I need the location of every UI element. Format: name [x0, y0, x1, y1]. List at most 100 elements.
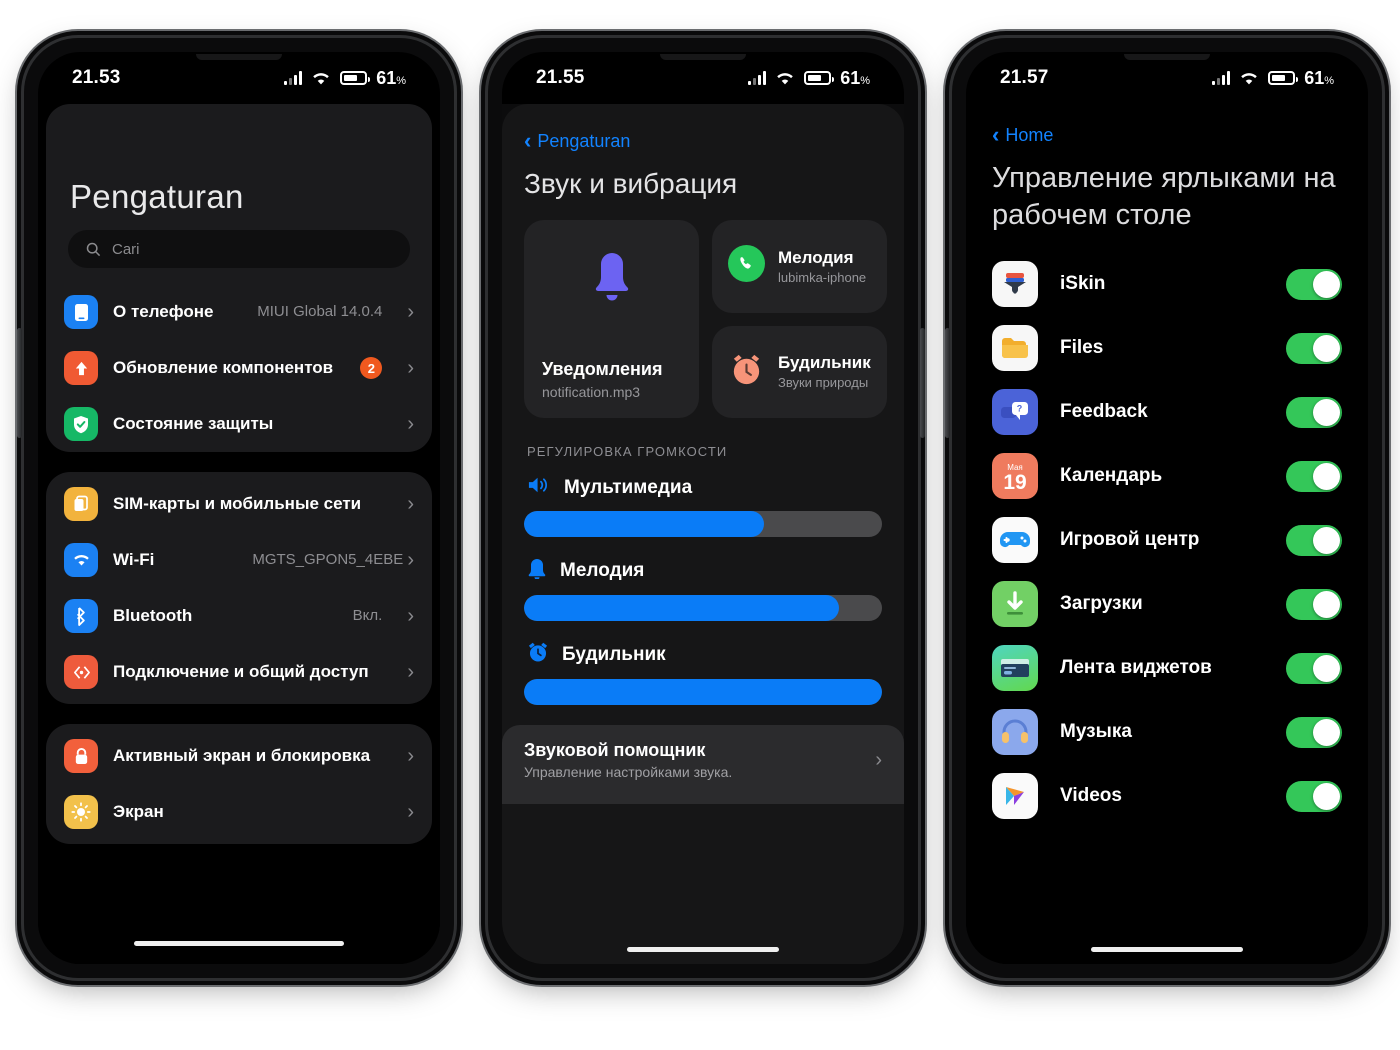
settings-row-about-phone[interactable]: О телефоне MIUI Global 14.0.4 › — [46, 284, 432, 340]
screenshot-stage: 21.53 61% Pengaturan Cari О телефоне MIU… — [0, 0, 1400, 1050]
slider-label: Мультимедиа — [564, 476, 693, 498]
row-label: Wi-Fi — [113, 549, 155, 569]
app-toggle[interactable] — [1286, 332, 1342, 364]
list-item[interactable]: Загрузки — [992, 572, 1342, 636]
sound-tiles: Уведомления notification.mp3 Мелодия lub… — [524, 220, 887, 418]
settings-row-wifi[interactable]: Wi-Fi MGTS_GPON5_4EBE › — [46, 532, 432, 588]
sound-sheet: ‹ Pengaturan Звук и вибрация Уведомления… — [502, 104, 904, 964]
slider-track[interactable] — [524, 595, 882, 621]
app-toggle[interactable] — [1286, 460, 1342, 492]
security-shield-icon — [64, 407, 98, 441]
slider-header: Мелодия — [524, 557, 882, 584]
sound-assistant-text: Звуковой помощник Управление настройками… — [524, 740, 865, 780]
settings-row-bluetooth[interactable]: Bluetooth Вкл. › — [46, 588, 432, 644]
home-indicator[interactable] — [1091, 947, 1243, 952]
settings-row-display[interactable]: Экран › — [46, 784, 432, 840]
signal-bars-icon — [284, 71, 303, 85]
slider-header: Мультимедиа — [524, 475, 882, 500]
list-item[interactable]: Музыка — [992, 700, 1342, 764]
wifi-icon — [775, 71, 795, 86]
list-item[interactable]: Лента виджетов — [992, 636, 1342, 700]
alarm-clock-icon — [527, 641, 549, 668]
app-toggle[interactable] — [1286, 524, 1342, 556]
phone-3-screen: 21.57 61% ‹ Home Управление ярлыками на … — [966, 52, 1368, 964]
back-button-pengaturan[interactable]: ‹ Pengaturan — [524, 130, 882, 152]
home-indicator[interactable] — [134, 941, 344, 946]
settings-row-connection-sharing[interactable]: Подключение и общий доступ › — [46, 644, 432, 700]
battery-icon — [1268, 71, 1299, 85]
volume-slider-ringtone[interactable]: Мелодия — [524, 557, 882, 621]
list-item[interactable]: Мая 19 Календарь — [992, 444, 1342, 508]
app-toggle[interactable] — [1286, 716, 1342, 748]
page-title: Звук и вибрация — [524, 168, 738, 199]
slider-track[interactable] — [524, 511, 882, 537]
phone-1-side-button[interactable] — [17, 328, 22, 438]
phone-2-side-button[interactable] — [920, 328, 925, 438]
app-name: iSkin — [1060, 273, 1106, 295]
iskin-icon — [992, 261, 1038, 308]
row-label: О телефоне — [113, 301, 214, 321]
volume-slider-multimedia[interactable]: Мультимедиа — [524, 475, 882, 537]
search-input[interactable]: Cari — [68, 230, 410, 268]
row-label: Состояние защиты — [113, 413, 274, 433]
list-item[interactable]: Files — [992, 316, 1342, 380]
row-label: Активный экран и блокировка — [113, 745, 371, 765]
sound-page: ‹ Pengaturan Звук и вибрация Уведомления… — [502, 104, 904, 964]
slider-fill — [524, 511, 764, 537]
calendar-icon: Мая 19 — [992, 453, 1038, 500]
status-bar: 21.57 61% — [966, 52, 1368, 104]
row-label: SIM-карты и мобильные сети — [113, 493, 362, 513]
app-toggle[interactable] — [1286, 780, 1342, 812]
phone-3-side-button[interactable] — [945, 328, 950, 438]
tile-subtitle: lubimka-iphone — [778, 269, 867, 285]
settings-row-lock-screen[interactable]: Активный экран и блокировка › — [46, 728, 432, 784]
tile-title: Мелодия — [778, 247, 854, 267]
app-toggle[interactable] — [1286, 588, 1342, 620]
connection-sharing-icon — [64, 655, 98, 689]
slider-label: Будильник — [562, 643, 666, 665]
app-toggle[interactable] — [1286, 268, 1342, 300]
back-button-home[interactable]: ‹ Home — [992, 124, 1342, 146]
sound-assistant-card[interactable]: Звуковой помощник Управление настройками… — [502, 725, 904, 804]
status-icons: 61% — [748, 68, 870, 89]
wifi-icon — [311, 71, 331, 86]
volume-slider-alarm[interactable]: Будильник — [524, 641, 882, 705]
row-value: MGTS_GPON5_4EBE — [252, 551, 404, 569]
settings-row-security-status[interactable]: Состояние защиты › — [46, 396, 432, 452]
phone-call-icon — [728, 245, 765, 287]
home-indicator[interactable] — [627, 947, 779, 952]
search-icon — [86, 242, 101, 256]
battery-percent: 61% — [840, 67, 870, 88]
phone-2-sound: 21.55 61% ‹ Pengaturan Звук и вибрация У… — [488, 38, 925, 978]
row-label: Экран — [113, 801, 164, 821]
app-name: Feedback — [1060, 401, 1148, 423]
settings-row-sim-cards[interactable]: SIM-карты и мобильные сети › — [46, 476, 432, 532]
tile-subtitle: notification.mp3 — [542, 384, 641, 400]
status-time: 21.53 — [72, 67, 121, 88]
app-toggle[interactable] — [1286, 652, 1342, 684]
settings-hero-card: Pengaturan Cari О телефоне MIUI Global 1… — [46, 104, 432, 452]
row-value: MIUI Global 14.0.4 — [257, 303, 383, 321]
chevron-right-icon: › — [407, 800, 414, 823]
tile-subtitle: Звуки природы — [778, 375, 869, 391]
app-name: Лента виджетов — [1060, 657, 1212, 679]
signal-bars-icon — [748, 71, 767, 85]
app-name: Files — [1060, 337, 1104, 359]
chevron-right-icon: › — [407, 492, 414, 515]
status-bar: 21.55 61% — [502, 52, 904, 104]
app-toggle[interactable] — [1286, 396, 1342, 428]
tile-notifications[interactable]: Уведомления notification.mp3 — [524, 220, 699, 418]
list-item[interactable]: ? Feedback — [992, 380, 1342, 444]
volume-section-label: РЕГУЛИРОВКА ГРОМКОСТИ — [527, 444, 728, 459]
list-item[interactable]: Игровой центр — [992, 508, 1342, 572]
search-placeholder: Cari — [112, 240, 140, 258]
settings-row-component-update[interactable]: Обновление компонентов 2 › — [46, 340, 432, 396]
list-item[interactable]: iSkin — [992, 252, 1342, 316]
downloads-icon — [992, 581, 1038, 628]
slider-track[interactable] — [524, 679, 882, 705]
tile-ringtone[interactable]: Мелодия lubimka-iphone — [712, 220, 887, 313]
list-item[interactable]: Videos — [992, 764, 1342, 828]
phone-2-screen: 21.55 61% ‹ Pengaturan Звук и вибрация У… — [502, 52, 904, 964]
game-controller-icon — [992, 517, 1038, 564]
tile-alarm[interactable]: Будильник Звуки природы — [712, 325, 887, 418]
